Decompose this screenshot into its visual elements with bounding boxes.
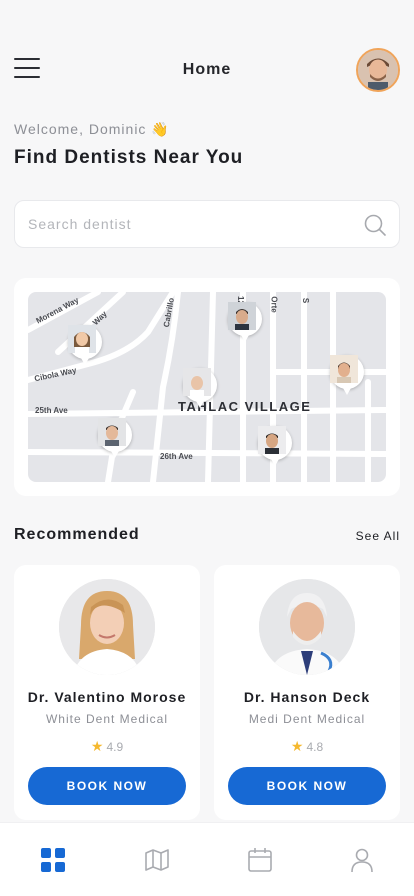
book-now-button[interactable]: BOOK NOW <box>228 767 386 805</box>
doctor-rating: ★ 4.9 <box>14 738 200 755</box>
see-all-link[interactable]: See All <box>356 529 400 543</box>
calendar-icon[interactable] <box>247 847 273 873</box>
user-avatar[interactable] <box>356 48 400 92</box>
star-icon: ★ <box>90 738 104 754</box>
doctor-card[interactable]: Dr. Hanson Deck Medi Dent Medical ★ 4.8 B… <box>214 565 400 820</box>
profile-icon[interactable] <box>349 847 375 873</box>
doctor-rating: ★ 4.8 <box>214 738 400 755</box>
book-now-button[interactable]: BOOK NOW <box>28 767 186 805</box>
street-label: 25th Ave <box>35 406 68 415</box>
doctor-name: Dr. Valentino Morose <box>27 689 187 705</box>
search-bar <box>14 200 400 248</box>
recommended-header: Recommended See All <box>14 524 400 548</box>
star-icon: ★ <box>290 738 304 754</box>
welcome-greeting: Welcome, Dominic 👋 <box>14 121 170 138</box>
doctor-name: Dr. Hanson Deck <box>243 689 371 705</box>
dentist-map-pin[interactable] <box>183 368 217 408</box>
street-label: 26th Ave <box>160 452 193 461</box>
wave-emoji: 👋 <box>151 121 170 137</box>
street-label: Orte <box>269 296 279 313</box>
app-header: Home <box>14 46 400 92</box>
dentist-map-pin[interactable] <box>330 355 364 395</box>
street-label: S <box>301 297 311 304</box>
section-title: Recommended <box>14 526 140 543</box>
rating-value: 4.8 <box>306 740 324 754</box>
bottom-tab-bar <box>0 822 414 896</box>
page-header-title: Home <box>182 61 232 78</box>
dentist-map-pin[interactable] <box>258 426 292 466</box>
search-icon[interactable] <box>363 213 387 237</box>
dentist-map-pin[interactable] <box>68 325 102 365</box>
dentist-map-pin[interactable] <box>98 418 132 458</box>
nearby-map[interactable]: Morena Way a Way Cibola Way 25th Ave 26t… <box>28 292 386 482</box>
doctor-photo <box>259 579 355 675</box>
clinic-name: Medi Dent Medical <box>248 712 366 726</box>
search-input[interactable] <box>28 201 348 247</box>
doctor-card[interactable]: Dr. Valentino Morose White Dent Medical … <box>14 565 200 820</box>
page-title: Find Dentists Near You <box>14 147 244 168</box>
home-grid-icon[interactable] <box>40 847 66 873</box>
rating-value: 4.9 <box>106 740 124 754</box>
dentist-map-pin[interactable] <box>228 302 262 342</box>
map-icon[interactable] <box>144 847 170 873</box>
clinic-name: White Dent Medical <box>45 712 169 726</box>
greeting-text: Welcome, Dominic <box>14 121 147 137</box>
doctor-photo <box>59 579 155 675</box>
map-card: Morena Way a Way Cibola Way 25th Ave 26t… <box>14 278 400 496</box>
